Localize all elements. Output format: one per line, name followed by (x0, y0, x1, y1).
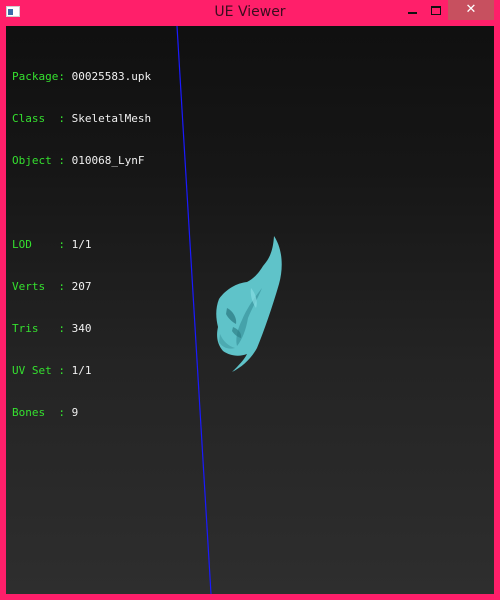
app-icon[interactable] (6, 6, 20, 17)
maximize-button[interactable] (426, 0, 446, 20)
info-value: 9 (71, 406, 79, 419)
3d-viewport[interactable]: Package: 00025583.upk Class : SkeletalMe… (6, 26, 494, 594)
info-value: 00025583.upk (71, 70, 152, 83)
info-label: Tris : (12, 322, 72, 335)
close-button[interactable]: ✕ (448, 0, 494, 20)
mesh-model (216, 236, 282, 372)
info-class-row: Class : SkeletalMesh (12, 112, 151, 126)
info-value: 1/1 (71, 364, 92, 377)
info-value: 340 (71, 322, 92, 335)
info-value: 207 (71, 280, 92, 293)
info-label: Package: (12, 70, 72, 83)
info-label: Class : (12, 112, 72, 125)
info-value: 1/1 (71, 238, 92, 251)
info-label: Object : (12, 154, 72, 167)
info-value: 010068_LynF (71, 154, 145, 167)
info-uvset-row: UV Set : 1/1 (12, 364, 151, 378)
info-value: SkeletalMesh (71, 112, 152, 125)
info-label: Verts : (12, 280, 72, 293)
info-package-row: Package: 00025583.upk (12, 70, 151, 84)
info-overlay: Package: 00025583.upk Class : SkeletalMe… (12, 42, 151, 448)
info-lod-row: LOD : 1/1 (12, 238, 151, 252)
info-verts-row: Verts : 207 (12, 280, 151, 294)
info-tris-row: Tris : 340 (12, 322, 151, 336)
info-label: UV Set : (12, 364, 72, 377)
info-label: Bones : (12, 406, 72, 419)
info-bones-row: Bones : 9 (12, 406, 151, 420)
info-object-row: Object : 010068_LynF (12, 154, 151, 168)
axis-line (176, 26, 212, 594)
title-bar[interactable]: UE Viewer ✕ (0, 0, 500, 26)
minimize-button[interactable] (398, 0, 426, 20)
info-label: LOD : (12, 238, 72, 251)
app-window: UE Viewer ✕ Package: 00025583.upk Class … (0, 0, 500, 600)
